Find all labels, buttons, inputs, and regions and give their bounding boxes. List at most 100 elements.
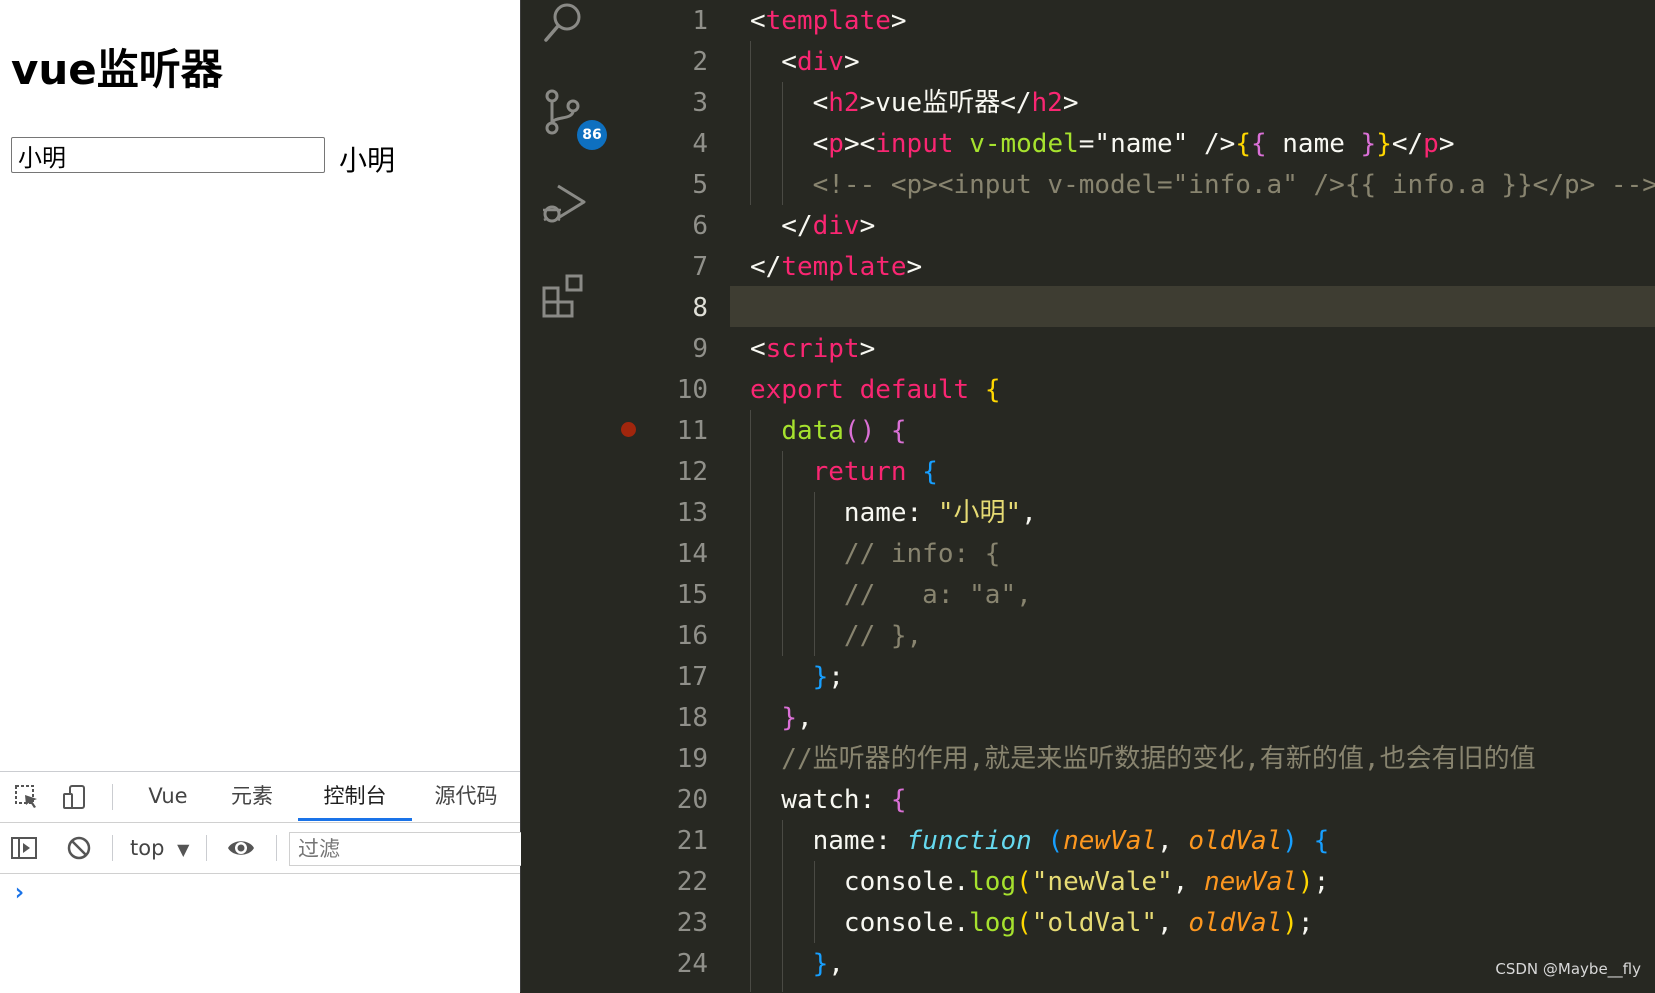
name-input[interactable] bbox=[11, 137, 325, 173]
code-line: <script> bbox=[750, 329, 875, 370]
code-token: name: bbox=[750, 826, 907, 856]
code-token: > bbox=[906, 252, 923, 282]
code-token: template bbox=[765, 6, 891, 36]
code-token: newVal bbox=[1063, 826, 1158, 856]
device-toolbar-icon[interactable] bbox=[60, 782, 90, 812]
breakpoint-marker[interactable] bbox=[621, 422, 636, 437]
code-token: div bbox=[796, 47, 844, 77]
code-token: < bbox=[750, 129, 829, 159]
toolbar-divider bbox=[206, 835, 207, 861]
code-editor[interactable]: <template> <div> <h2>vue监听器</h2> <p><inp… bbox=[730, 0, 1655, 992]
code-token: { bbox=[1235, 129, 1251, 159]
code-token: // a: "a", bbox=[750, 580, 1032, 610]
code-token: console. bbox=[750, 867, 970, 897]
devtools-panel: Vue 元素 控制台 源代码 top ▼ › bbox=[0, 771, 529, 993]
code-line: }, bbox=[750, 944, 844, 985]
code-token: , bbox=[796, 703, 813, 733]
code-token: } bbox=[812, 949, 829, 979]
code-token: { bbox=[890, 785, 907, 815]
tab-console[interactable]: 控制台 bbox=[298, 772, 412, 821]
tab-sources[interactable]: 源代码 bbox=[418, 772, 514, 821]
code-token: "小明" bbox=[937, 498, 1022, 528]
context-select[interactable]: top ▼ bbox=[130, 834, 189, 862]
code-token: > bbox=[843, 47, 860, 77]
line-number: 15 bbox=[676, 580, 708, 610]
code-token: ( bbox=[1016, 867, 1032, 897]
code-token: } bbox=[1376, 129, 1392, 159]
code-token: , bbox=[1021, 498, 1037, 528]
sidebar-toggle-icon[interactable] bbox=[9, 833, 39, 863]
browser-preview: vue监听器 小明 Vue 元素 控制台 源代码 top bbox=[0, 0, 529, 993]
devtools-tabbar: Vue 元素 控制台 源代码 bbox=[0, 772, 520, 823]
code-token: () bbox=[843, 416, 876, 446]
code-token: < bbox=[750, 334, 766, 364]
code-token: } bbox=[1360, 129, 1377, 159]
code-line: // }, bbox=[750, 616, 922, 657]
code-token: > bbox=[1062, 88, 1079, 118]
code-line: <!-- <p><input v-model="info.a" />{{ inf… bbox=[750, 165, 1655, 206]
code-token: h2 bbox=[828, 88, 860, 118]
source-control-badge: 86 bbox=[577, 120, 607, 150]
console-prompt[interactable]: › bbox=[12, 878, 26, 906]
code-token: log bbox=[969, 908, 1017, 938]
code-token: { bbox=[890, 416, 907, 446]
code-token: { bbox=[1250, 129, 1267, 159]
code-line: return { bbox=[750, 452, 938, 493]
code-line: <template> bbox=[750, 1, 907, 42]
code-line: <div> bbox=[750, 42, 860, 83]
code-token: ) bbox=[1282, 826, 1298, 856]
line-number: 14 bbox=[676, 539, 708, 569]
code-token: { bbox=[1313, 826, 1330, 856]
code-token: newVal bbox=[1203, 867, 1298, 897]
line-number: 7 bbox=[692, 252, 708, 282]
code-token: return bbox=[812, 457, 923, 487]
code-token: { bbox=[984, 375, 1001, 405]
line-number: 11 bbox=[676, 416, 708, 446]
code-token: "oldVal" bbox=[1031, 908, 1158, 938]
code-token: < bbox=[750, 47, 797, 77]
inspect-element-icon[interactable] bbox=[12, 782, 42, 812]
code-line: //监听器的作用,就是来监听数据的变化,有新的值,也会有旧的值 bbox=[750, 739, 1536, 780]
code-token: > bbox=[890, 6, 907, 36]
toolbar-divider bbox=[112, 835, 113, 861]
code-token: p bbox=[1423, 129, 1439, 159]
line-number: 21 bbox=[676, 826, 708, 856]
tab-elements[interactable]: 元素 bbox=[212, 772, 292, 821]
line-number: 13 bbox=[676, 498, 708, 528]
code-token: ; bbox=[1313, 867, 1330, 897]
code-token: } bbox=[781, 703, 797, 733]
code-line: console.log("oldVal", oldVal); bbox=[750, 903, 1314, 944]
code-token: <!-- <p><input v-model="info.a" />{{ inf… bbox=[750, 170, 1655, 200]
code-line: // a: "a", bbox=[750, 575, 1032, 616]
code-token: > bbox=[859, 211, 876, 241]
code-token: div bbox=[812, 211, 860, 241]
extensions-icon[interactable] bbox=[540, 270, 588, 318]
line-number: 12 bbox=[676, 457, 708, 487]
code-token: console. bbox=[750, 908, 970, 938]
code-token: ; bbox=[828, 662, 844, 692]
live-expression-eye-icon[interactable] bbox=[226, 833, 256, 863]
run-debug-icon[interactable] bbox=[540, 180, 588, 228]
tab-vue[interactable]: Vue bbox=[128, 772, 208, 821]
code-token: log bbox=[969, 867, 1017, 897]
code-line: }, bbox=[750, 698, 813, 739]
search-icon[interactable] bbox=[540, 0, 588, 48]
source-control-icon[interactable]: 86 bbox=[540, 88, 607, 150]
code-token: export default bbox=[750, 375, 985, 405]
watermark: CSDN @Maybe__fly bbox=[1495, 960, 1641, 978]
line-number: 16 bbox=[676, 621, 708, 651]
line-number: 20 bbox=[676, 785, 708, 815]
code-line: // info: { bbox=[750, 534, 1001, 575]
line-number: 8 bbox=[692, 293, 708, 323]
code-line: }; bbox=[750, 657, 844, 698]
code-token: //监听器的作用,就是来监听数据的变化,有新的值,也会有旧的值 bbox=[750, 744, 1536, 774]
chevron-down-icon: ▼ bbox=[177, 840, 190, 859]
code-token: name: bbox=[750, 498, 938, 528]
console-filter-input[interactable] bbox=[289, 832, 529, 866]
clear-console-icon[interactable] bbox=[64, 833, 94, 863]
